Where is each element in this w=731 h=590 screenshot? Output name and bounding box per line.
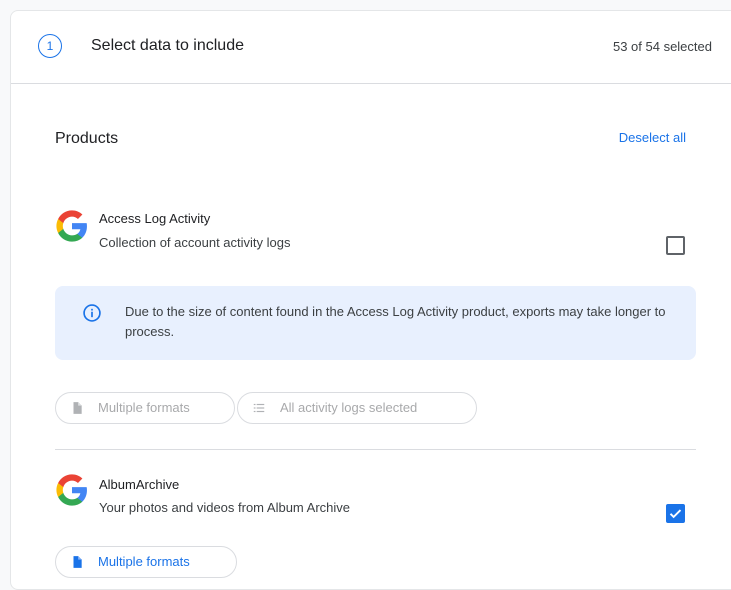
product-description: Collection of account activity logs <box>99 235 291 250</box>
deselect-all-button[interactable]: Deselect all <box>619 130 686 145</box>
multiple-formats-chip[interactable]: Multiple formats <box>55 546 237 578</box>
product-name: AlbumArchive <box>99 477 180 492</box>
chip-label: Multiple formats <box>98 554 190 569</box>
step-header[interactable]: 1 Select data to include 53 of 54 select… <box>11 11 731 84</box>
activity-logs-chip[interactable]: All activity logs selected <box>237 392 477 424</box>
selection-count: 53 of 54 selected <box>612 39 712 54</box>
step-title: Select data to include <box>91 37 244 54</box>
file-icon <box>73 556 82 568</box>
product-name: Access Log Activity <box>99 211 211 226</box>
product-checkbox-access-log-activity[interactable] <box>666 236 685 255</box>
product-checkbox-albumarchive[interactable] <box>666 504 685 523</box>
file-icon <box>73 402 82 414</box>
info-text: Due to the size of content found in the … <box>125 304 666 339</box>
info-icon <box>83 304 101 322</box>
multiple-formats-chip[interactable]: Multiple formats <box>55 392 235 424</box>
divider <box>55 449 696 450</box>
google-g-icon <box>56 474 87 506</box>
export-card: 1 Select data to include 53 of 54 select… <box>10 10 731 590</box>
list-icon <box>253 403 265 413</box>
info-banner: Due to the size of content found in the … <box>55 286 696 360</box>
chip-label: Multiple formats <box>98 400 190 415</box>
check-icon <box>669 509 682 519</box>
google-g-icon <box>56 210 87 242</box>
products-heading: Products <box>55 130 119 147</box>
step-number: 1 <box>38 34 62 58</box>
product-description: Your photos and videos from Album Archiv… <box>99 500 350 515</box>
chip-label: All activity logs selected <box>280 400 418 415</box>
